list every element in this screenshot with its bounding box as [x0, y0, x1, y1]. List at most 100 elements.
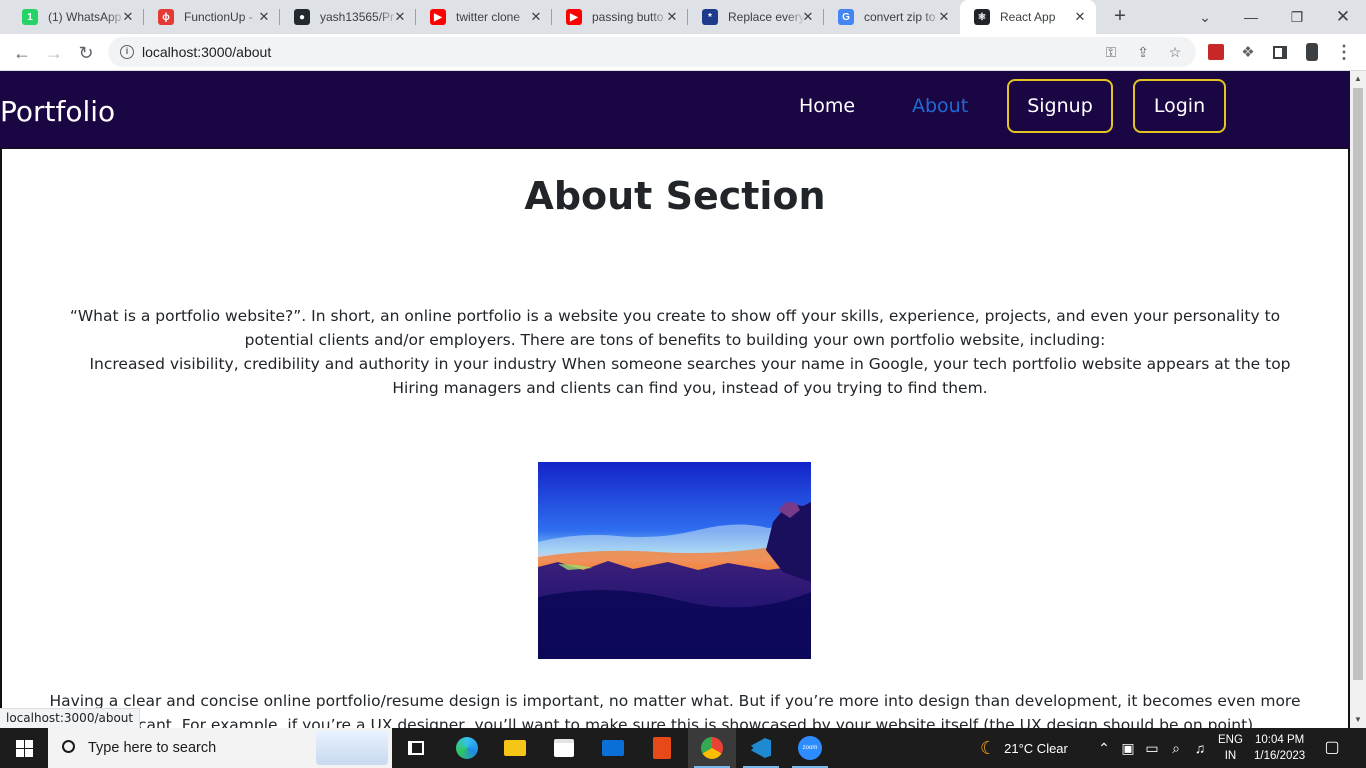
chrome-menu-icon[interactable]: ⋮ [1334, 42, 1354, 62]
share-icon[interactable]: ⇪ [1134, 43, 1152, 61]
youtube-icon: ▶ [566, 9, 582, 25]
browser-tab[interactable]: ▶ twitter clone ✕ [416, 0, 552, 34]
about-paragraph-line: “What is a portfolio website?”. In short… [69, 307, 1281, 325]
regex-icon: * [702, 9, 718, 25]
start-button[interactable] [0, 728, 48, 768]
browser-tab[interactable]: Gconvert zip to ✕ [824, 0, 960, 34]
weather-text: 21°C Clear [1004, 740, 1068, 756]
close-tab-icon[interactable]: ✕ [528, 9, 544, 25]
browser-tab-strip: 1 (1) WhatsApp ✕ ϕ FunctionUp - ✕ ● yash13565/P… [0, 0, 1366, 34]
tab-search-icon[interactable]: ⌄ [1182, 0, 1228, 34]
extensions-puzzle-icon[interactable]: ❖ [1238, 42, 1258, 62]
office-icon[interactable] [638, 728, 686, 768]
battery-icon[interactable]: ▭ [1142, 738, 1162, 758]
notification-icon[interactable]: ▢ [1322, 738, 1342, 758]
scroll-down-arrow-icon[interactable]: ▼ [1350, 712, 1366, 728]
microsoft-store-icon[interactable] [540, 728, 588, 768]
back-button[interactable]: ← [8, 39, 36, 67]
site-navbar: Portfolio Home About Signup Login [0, 71, 1350, 148]
github-icon: ● [294, 9, 310, 25]
windows-logo-icon [15, 739, 33, 757]
address-bar-url[interactable]: localhost:3000/about [142, 44, 271, 60]
browser-tab[interactable]: ϕ FunctionUp - ✕ [144, 0, 280, 34]
browser-tab-title: passing butto [592, 10, 664, 24]
wifi-icon[interactable]: ⌕ [1166, 738, 1186, 758]
clock-date: 1/16/2023 [1254, 750, 1306, 762]
about-paragraph-line: potential clients and/or employers. Ther… [244, 331, 1106, 349]
address-bar[interactable]: i localhost:3000/about ⚿ ⇪ ☆ [108, 37, 1196, 67]
zoom-icon[interactable]: zoom [786, 728, 834, 768]
browser-tab-title: twitter clone [456, 10, 521, 24]
browser-tab-title: React App [1000, 10, 1056, 24]
forward-button[interactable]: → [40, 39, 68, 67]
close-tab-icon[interactable]: ✕ [664, 9, 680, 25]
close-window-button[interactable]: ✕ [1320, 0, 1366, 34]
vscode-icon[interactable] [737, 728, 785, 768]
bookmark-star-icon[interactable]: ☆ [1166, 43, 1184, 61]
show-hidden-icons-icon[interactable]: ⌃ [1094, 738, 1114, 758]
close-tab-icon[interactable]: ✕ [256, 9, 272, 25]
react-icon: ⚛ [974, 9, 990, 25]
functionup-icon: ϕ [158, 9, 174, 25]
chrome-icon[interactable] [688, 728, 736, 768]
browser-tab[interactable]: 1 (1) WhatsApp ✕ [8, 0, 144, 34]
about-paragraph-line: Increased visibility, credibility and au… [89, 355, 1291, 373]
nav-home-link[interactable]: Home [799, 95, 855, 117]
status-bar-url: localhost:3000/about [0, 708, 141, 728]
close-tab-icon[interactable]: ✕ [392, 9, 408, 25]
language-bottom: IN [1224, 750, 1237, 762]
volume-icon[interactable]: ♫ [1190, 738, 1210, 758]
scrollbar-thumb[interactable] [1353, 88, 1363, 680]
browser-toolbar: ← → ↻ i localhost:3000/about ⚿ ⇪ ☆ ❖ ⋮ [0, 34, 1366, 71]
browser-tab[interactable]: ▶ passing butto ✕ [552, 0, 688, 34]
profile-avatar[interactable] [1302, 42, 1322, 62]
scroll-up-arrow-icon[interactable]: ▲ [1350, 71, 1366, 87]
close-tab-icon[interactable]: ✕ [936, 9, 952, 25]
login-button[interactable]: Login [1133, 79, 1226, 133]
weather-widget[interactable]: ☾ 21°C Clear [980, 728, 1068, 768]
clock-time: 10:04 PM [1254, 734, 1305, 746]
minimize-button[interactable]: — [1228, 0, 1274, 34]
page-viewport: Portfolio Home About Signup Login About … [0, 71, 1350, 728]
youtube-icon: ▶ [430, 9, 446, 25]
close-tab-icon[interactable]: ✕ [120, 9, 136, 25]
site-info-icon[interactable]: i [120, 45, 134, 59]
meet-now-icon[interactable]: ▣ [1118, 738, 1138, 758]
task-view-icon[interactable] [392, 728, 440, 768]
nav-about-link[interactable]: About [912, 95, 968, 117]
browser-tab-title: yash13565/Pr [320, 10, 395, 24]
language-top: ENG [1218, 734, 1243, 746]
language-indicator[interactable]: ENG IN [1218, 728, 1243, 768]
taskbar-search-placeholder: Type here to search [88, 740, 217, 756]
google-icon: G [838, 9, 854, 25]
landscape-illustration [538, 462, 811, 659]
extension-icon[interactable] [1206, 42, 1226, 62]
browser-tab-title: (1) WhatsApp [48, 10, 122, 24]
clock[interactable]: 10:04 PM 1/16/2023 [1254, 728, 1305, 768]
search-highlight-image [316, 731, 388, 765]
browser-tab-title: Replace every [728, 10, 805, 24]
browser-tab-title: FunctionUp - [184, 10, 253, 24]
about-paragraph-line: Having a clear and concise online portfo… [49, 692, 1301, 710]
edge-browser-icon[interactable] [443, 728, 491, 768]
key-icon[interactable]: ⚿ [1102, 43, 1120, 61]
close-tab-icon[interactable]: ✕ [1072, 9, 1088, 25]
mail-icon[interactable] [589, 728, 637, 768]
new-tab-button[interactable]: + [1108, 5, 1132, 29]
signup-button[interactable]: Signup [1007, 79, 1113, 133]
browser-tab-title: convert zip to [864, 10, 936, 24]
about-paragraph-line: Hiring managers and clients can find you… [392, 379, 988, 397]
windows-taskbar: Type here to search zoom ☾ 21°C Clear ⌃ … [0, 728, 1366, 768]
file-explorer-icon[interactable] [491, 728, 539, 768]
brand-logo[interactable]: Portfolio [0, 95, 115, 128]
browser-tab[interactable]: ● yash13565/Pr ✕ [280, 0, 416, 34]
close-tab-icon[interactable]: ✕ [800, 9, 816, 25]
taskbar-search[interactable]: Type here to search [48, 728, 392, 768]
browser-tab[interactable]: ⚛ React App ✕ [960, 0, 1096, 34]
page-scrollbar[interactable]: ▲ ▼ [1350, 71, 1366, 728]
restore-button[interactable]: ❐ [1274, 0, 1320, 34]
reload-button[interactable]: ↻ [72, 39, 100, 67]
browser-tab[interactable]: * Replace every ✕ [688, 0, 824, 34]
moon-icon: ☾ [980, 737, 997, 758]
side-panel-icon[interactable] [1270, 42, 1290, 62]
